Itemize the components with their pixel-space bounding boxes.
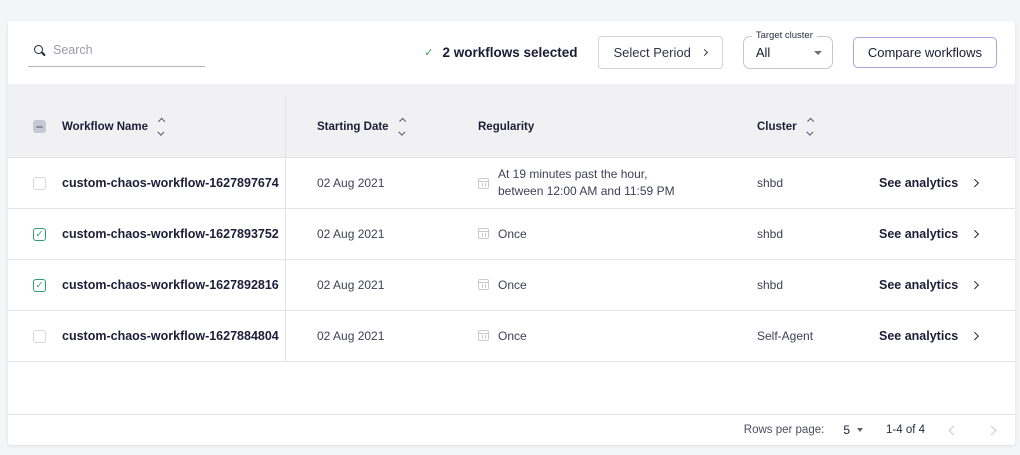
header-cluster-cell: Cluster [713, 96, 853, 157]
chevron-right-icon [971, 281, 979, 289]
column-header-cluster: Cluster [757, 121, 797, 133]
chevron-right-icon [971, 332, 979, 340]
target-cluster-select[interactable]: Target cluster All [743, 36, 833, 69]
toolbar: ✓ 2 workflows selected Select Period Tar… [8, 21, 1015, 84]
check-icon: ✓ [424, 46, 433, 59]
starting-date: 02 Aug 2021 [317, 329, 384, 343]
workflow-name: custom-chaos-workflow-1627893752 [62, 227, 279, 241]
see-analytics-label: See analytics [879, 278, 958, 292]
table-row: ✓ custom-chaos-workflow-1627893752 02 Au… [8, 209, 1015, 260]
cluster-name: shbd [757, 278, 783, 292]
sort-ascending-icon [399, 118, 405, 124]
chevron-right-icon [987, 425, 997, 435]
column-header-workflow-name: Workflow Name [62, 121, 148, 133]
pagination: Rows per page: 5 1-4 of 4 [8, 414, 1015, 445]
starting-date: 02 Aug 2021 [317, 227, 384, 241]
chevron-right-icon [971, 179, 979, 187]
chevron-left-icon [949, 425, 959, 435]
column-header-starting-date: Starting Date [317, 121, 389, 133]
workflow-name: custom-chaos-workflow-1627897674 [62, 176, 279, 190]
starting-date: 02 Aug 2021 [317, 176, 384, 190]
rows-per-page-select[interactable]: 5 [843, 423, 863, 437]
calendar-icon [478, 330, 489, 341]
regularity-text: Once [498, 277, 527, 294]
search-input[interactable] [53, 43, 203, 57]
calendar-icon [478, 279, 489, 290]
workflow-comparison-page: ✓ 2 workflows selected Select Period Tar… [0, 0, 1020, 455]
cluster-name: shbd [757, 227, 783, 241]
workflow-name: custom-chaos-workflow-1627884804 [62, 329, 279, 343]
column-header-regularity: Regularity [478, 121, 534, 133]
see-analytics-label: See analytics [879, 227, 958, 241]
sort-ascending-icon [807, 118, 813, 124]
calendar-icon [478, 178, 489, 189]
see-analytics-label: See analytics [879, 176, 958, 190]
table-body: custom-chaos-workflow-1627897674 02 Aug … [8, 158, 1015, 362]
header-action-cell [853, 96, 1015, 157]
workflows-card: ✓ 2 workflows selected Select Period Tar… [8, 21, 1015, 445]
row-checkbox[interactable] [33, 330, 46, 343]
compare-workflows-button[interactable]: Compare workflows [853, 37, 997, 68]
header-select-cell [8, 96, 48, 157]
chevron-right-icon [971, 230, 979, 238]
toolbar-actions: ✓ 2 workflows selected Select Period Tar… [424, 36, 997, 69]
rows-per-page-label: Rows per page: [744, 424, 825, 436]
cluster-name: shbd [757, 176, 783, 190]
cluster-name: Self-Agent [757, 329, 813, 343]
next-page-button[interactable] [982, 423, 1001, 438]
caret-down-icon [857, 428, 863, 432]
sort-workflow-name[interactable] [157, 117, 166, 136]
calendar-icon [478, 228, 489, 239]
sort-descending-icon [158, 129, 164, 135]
previous-page-button[interactable] [944, 423, 963, 438]
regularity-text: Once [498, 226, 527, 243]
sort-ascending-icon [158, 118, 164, 124]
chevron-right-icon [701, 49, 708, 56]
sort-starting-date[interactable] [398, 117, 407, 136]
sort-cluster[interactable] [806, 117, 815, 136]
selection-status: ✓ 2 workflows selected [424, 45, 577, 60]
header-workflow-name-cell: Workflow Name [48, 96, 286, 157]
header-starting-date-cell: Starting Date [286, 96, 453, 157]
select-period-label: Select Period [614, 45, 691, 60]
see-analytics-link[interactable]: See analytics [879, 227, 978, 241]
table-header: Workflow Name Starting Date Regularity C… [8, 84, 1015, 158]
sort-descending-icon [807, 129, 813, 135]
see-analytics-link[interactable]: See analytics [879, 278, 978, 292]
table-row: custom-chaos-workflow-1627884804 02 Aug … [8, 311, 1015, 362]
row-checkbox[interactable]: ✓ [33, 279, 46, 292]
caret-down-icon [814, 51, 822, 55]
empty-area [8, 362, 1015, 414]
row-checkbox[interactable]: ✓ [33, 228, 46, 241]
selection-count-text: 2 workflows selected [442, 45, 577, 60]
row-checkbox[interactable] [33, 177, 46, 190]
regularity-text: At 19 minutes past the hour, between 12:… [498, 166, 675, 200]
target-cluster-value: All [756, 45, 770, 60]
see-analytics-link[interactable]: See analytics [879, 329, 978, 343]
target-cluster-label: Target cluster [752, 30, 817, 41]
table-row: custom-chaos-workflow-1627897674 02 Aug … [8, 158, 1015, 209]
header-regularity-cell: Regularity [453, 96, 713, 157]
search-icon [34, 45, 43, 54]
see-analytics-link[interactable]: See analytics [879, 176, 978, 190]
table-row: ✓ custom-chaos-workflow-1627892816 02 Au… [8, 260, 1015, 311]
regularity-text: Once [498, 328, 527, 345]
workflow-name: custom-chaos-workflow-1627892816 [62, 278, 279, 292]
select-period-button[interactable]: Select Period [598, 36, 723, 69]
indeterminate-dash-icon [36, 126, 43, 128]
pagination-range: 1-4 of 4 [886, 424, 925, 436]
sort-descending-icon [399, 129, 405, 135]
starting-date: 02 Aug 2021 [317, 278, 384, 292]
search-field[interactable] [28, 39, 205, 67]
rows-per-page-value: 5 [843, 423, 850, 437]
select-all-checkbox[interactable] [33, 120, 46, 133]
see-analytics-label: See analytics [879, 329, 958, 343]
